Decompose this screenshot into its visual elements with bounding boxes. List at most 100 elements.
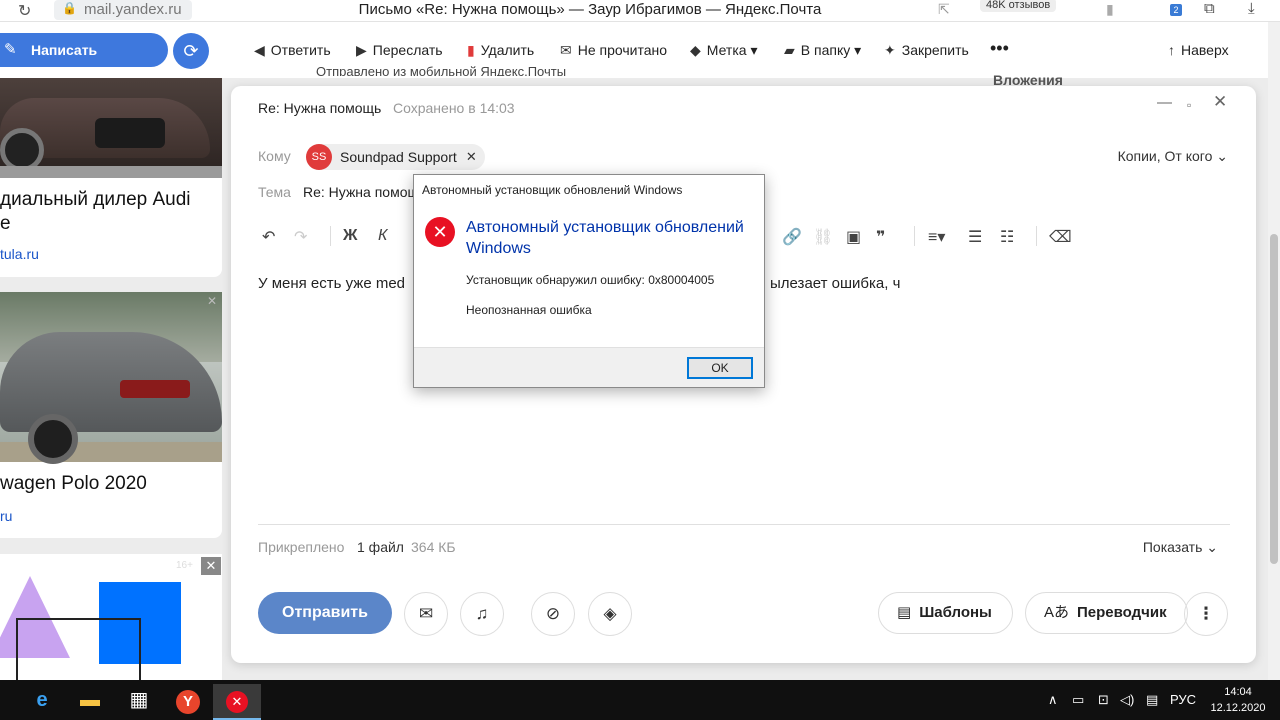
- yandex-browser-icon[interactable]: Y: [164, 684, 212, 720]
- bell-icon: ♫: [475, 604, 489, 623]
- compose-title: Re: Нужна помощь: [258, 100, 382, 116]
- ad-link[interactable]: ru: [0, 508, 12, 524]
- compose-button[interactable]: ✎ Написать: [0, 33, 168, 67]
- bold-icon[interactable]: Ж: [343, 227, 357, 245]
- close-icon[interactable]: ✕: [1213, 92, 1227, 112]
- move-folder-button[interactable]: ▰ В папку ▾: [784, 42, 861, 59]
- chevron-down-icon: ⌄: [1206, 539, 1218, 555]
- error-dialog: Автономный установщик обновлений Windows…: [413, 174, 765, 388]
- triangle-shape: [0, 576, 70, 658]
- connector-line: [139, 618, 141, 680]
- unlink-icon[interactable]: ⛓: [813, 227, 833, 247]
- ad-card-shapes[interactable]: 16+ ✕: [0, 554, 222, 680]
- dialog-heading: Автономный установщик обновлений Windows: [466, 219, 744, 257]
- edge-icon[interactable]: e: [18, 684, 66, 720]
- translate-icon: Aあ: [1044, 604, 1070, 621]
- undo-icon[interactable]: ↶: [262, 227, 275, 247]
- translator-button[interactable]: Aあ Переводчик: [1025, 592, 1188, 634]
- translator-label: Переводчик: [1077, 604, 1167, 621]
- quote-icon[interactable]: ❞: [876, 227, 885, 247]
- italic-icon[interactable]: К: [378, 227, 387, 245]
- scroll-top-button[interactable]: ↑ Наверх: [1168, 42, 1229, 58]
- download-icon[interactable]: ⤓: [1248, 0, 1255, 17]
- align-icon[interactable]: ≡▾: [928, 227, 945, 247]
- compose-label: Написать: [31, 42, 98, 58]
- more-options-button[interactable]: ⋮: [1184, 592, 1228, 636]
- file-explorer-icon[interactable]: ▬: [66, 684, 114, 720]
- attached-size: 364 КБ: [411, 539, 456, 555]
- mark-unread-button[interactable]: ✉ Не прочитано: [560, 42, 667, 59]
- kebab-icon: ⋮: [1197, 604, 1215, 623]
- keyboard-icon[interactable]: ▤: [1146, 692, 1158, 708]
- delayed-send-button[interactable]: ✉: [404, 592, 448, 636]
- forward-button[interactable]: ▶ Переслать: [356, 42, 443, 59]
- ad-card-polo[interactable]: ✕ wagen Polo 2020 ru: [0, 292, 222, 538]
- system-clock[interactable]: 14:04 12.12.2020: [1208, 684, 1268, 716]
- arrow-up-icon: ↑: [1168, 42, 1175, 58]
- divider: [258, 524, 1230, 525]
- ok-button[interactable]: OK: [687, 357, 753, 379]
- page-scrollbar[interactable]: [1268, 22, 1280, 680]
- reply-button[interactable]: ◀ Ответить: [254, 42, 331, 59]
- close-ad-icon[interactable]: ✕: [207, 294, 217, 308]
- ad-link[interactable]: tula.ru: [0, 246, 39, 262]
- attach-button[interactable]: ⊘: [531, 592, 575, 636]
- envelope-icon: ✉: [560, 42, 572, 58]
- ad-title[interactable]: диальный дилер Audi: [0, 188, 191, 212]
- ad-title[interactable]: wagen Polo 2020: [0, 472, 147, 496]
- scrollbar-thumb[interactable]: [1270, 234, 1278, 564]
- cc-toggle[interactable]: Копии, От кого ⌄: [1118, 148, 1228, 165]
- network-icon[interactable]: ⊡: [1098, 692, 1109, 708]
- pin-label: Закрепить: [901, 42, 969, 58]
- folder-icon: ▰: [784, 42, 795, 58]
- recipient-chip[interactable]: SS Soundpad Support ✕: [306, 144, 485, 170]
- age-rating: 16+: [176, 560, 193, 571]
- label-button[interactable]: ◆ Метка ▾: [690, 42, 757, 59]
- extension-icon[interactable]: 2: [1162, 0, 1182, 18]
- connector-line: [16, 618, 18, 680]
- avatar: SS: [306, 144, 332, 170]
- share-icon[interactable]: ⇱: [938, 1, 950, 18]
- pin-button[interactable]: ✦ Закрепить: [884, 42, 969, 59]
- close-ad-button[interactable]: ✕: [201, 557, 221, 575]
- delete-button[interactable]: ▮ Удалить: [467, 42, 534, 59]
- mail-toolbar: ✎ Написать ⟳ ◀ Ответить ▶ Переслать ▮ Удали…: [0, 22, 1268, 78]
- templates-button[interactable]: ▤ Шаблоны: [878, 592, 1013, 634]
- bullet-list-icon[interactable]: ☰: [968, 227, 982, 247]
- paperclip-icon: ⊘: [545, 604, 561, 623]
- reviews-badge[interactable]: 48K отзывов: [980, 0, 1057, 12]
- maximize-icon[interactable]: ▫: [1187, 98, 1191, 112]
- battery-icon[interactable]: ▭: [1072, 692, 1084, 708]
- link-icon[interactable]: 🔗: [782, 227, 802, 247]
- copy-icon[interactable]: ⧉: [1204, 0, 1215, 17]
- show-attachments-toggle[interactable]: Показать ⌄: [1143, 539, 1218, 556]
- store-icon[interactable]: ▦: [115, 684, 163, 720]
- pin-icon: ✦: [884, 42, 896, 58]
- body-text-right: ылезает ошибка, ч: [770, 275, 901, 292]
- bookmark-icon[interactable]: ▮: [1106, 1, 1114, 18]
- volume-icon[interactable]: ◁): [1120, 692, 1134, 708]
- taskbar: e ▬ ▦ Y ✕ ∧ ▭ ⊡ ◁) ▤ РУС 14:04 12.12.202…: [0, 680, 1280, 720]
- redo-icon[interactable]: ↷: [294, 227, 307, 247]
- templates-label: Шаблоны: [919, 604, 992, 621]
- send-button[interactable]: Отправить: [258, 592, 392, 634]
- more-actions-button[interactable]: •••: [990, 38, 1009, 59]
- ad-title-line2[interactable]: е: [0, 212, 11, 236]
- numbered-list-icon[interactable]: ☷: [1000, 227, 1014, 247]
- subject-input[interactable]: Re: Нужна помощь: [303, 184, 426, 200]
- clear-format-icon[interactable]: ⌫: [1049, 227, 1072, 247]
- tray-expand-icon[interactable]: ∧: [1048, 692, 1058, 708]
- ad-image-polo: [0, 292, 222, 464]
- update-installer-icon[interactable]: ✕: [213, 684, 261, 720]
- remove-recipient-icon[interactable]: ✕: [466, 144, 477, 170]
- tag-button[interactable]: ◈: [588, 592, 632, 636]
- image-icon[interactable]: ▣: [846, 227, 861, 247]
- browser-toolbar: ↻ 🔒 mail.yandex.ru Письмо «Re: Нужна пом…: [0, 0, 1280, 22]
- ad-card-audi[interactable]: диальный дилер Audi е tula.ru: [0, 78, 222, 277]
- reminder-button[interactable]: ♫: [460, 592, 504, 636]
- trash-icon: ▮: [467, 42, 475, 58]
- language-indicator[interactable]: РУС: [1170, 692, 1196, 707]
- minimize-icon[interactable]: —: [1157, 94, 1172, 111]
- sync-button[interactable]: ⟳: [173, 33, 209, 69]
- ads-column: диальный дилер Audi е tula.ru ✕ wagen Po…: [0, 78, 230, 680]
